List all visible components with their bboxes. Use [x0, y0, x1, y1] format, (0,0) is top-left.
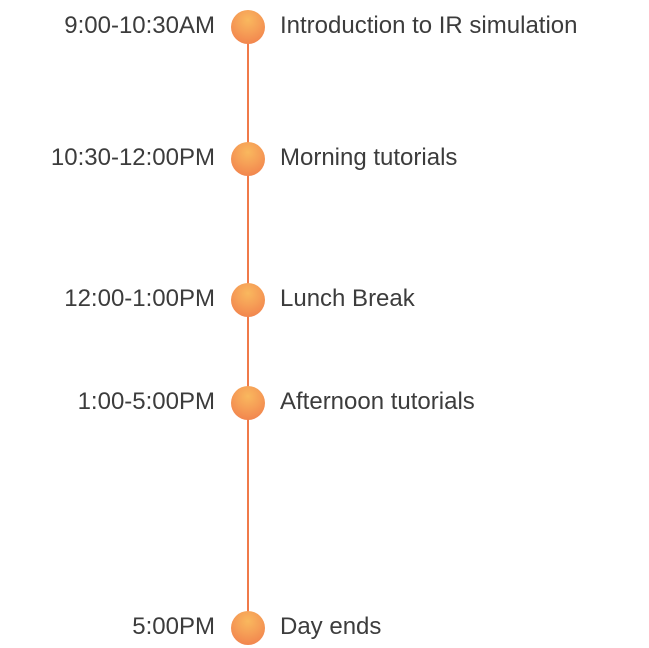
event-title: Introduction to IR simulation — [280, 12, 578, 39]
event-title: Day ends — [280, 613, 382, 640]
timeline-event-3: 12:00-1:00PM Lunch Break — [0, 279, 649, 319]
event-time: 9:00-10:30AM — [64, 12, 215, 39]
event-title: Afternoon tutorials — [280, 388, 475, 415]
event-time: 10:30-12:00PM — [50, 144, 215, 171]
schedule-timeline: 9:00-10:30AM Introduction to IR simulati… — [0, 0, 649, 648]
timeline-event-2: 10:30-12:00PM Morning tutorials — [0, 138, 649, 178]
timeline-dot-icon — [231, 386, 265, 420]
event-title: Lunch Break — [280, 285, 415, 312]
timeline-event-4: 1:00-5:00PM Afternoon tutorials — [0, 382, 649, 422]
timeline-dot-icon — [231, 611, 265, 645]
timeline-dot-icon — [231, 283, 265, 317]
timeline-event-5: 5:00PM Day ends — [0, 607, 649, 647]
event-time: 12:00-1:00PM — [64, 285, 215, 312]
timeline-dot-icon — [231, 142, 265, 176]
timeline-line — [247, 27, 249, 628]
event-title: Morning tutorials — [280, 144, 458, 171]
timeline-dot-icon — [231, 10, 265, 44]
event-time: 5:00PM — [132, 613, 215, 640]
event-time: 1:00-5:00PM — [77, 388, 215, 415]
timeline-event-1: 9:00-10:30AM Introduction to IR simulati… — [0, 6, 649, 46]
